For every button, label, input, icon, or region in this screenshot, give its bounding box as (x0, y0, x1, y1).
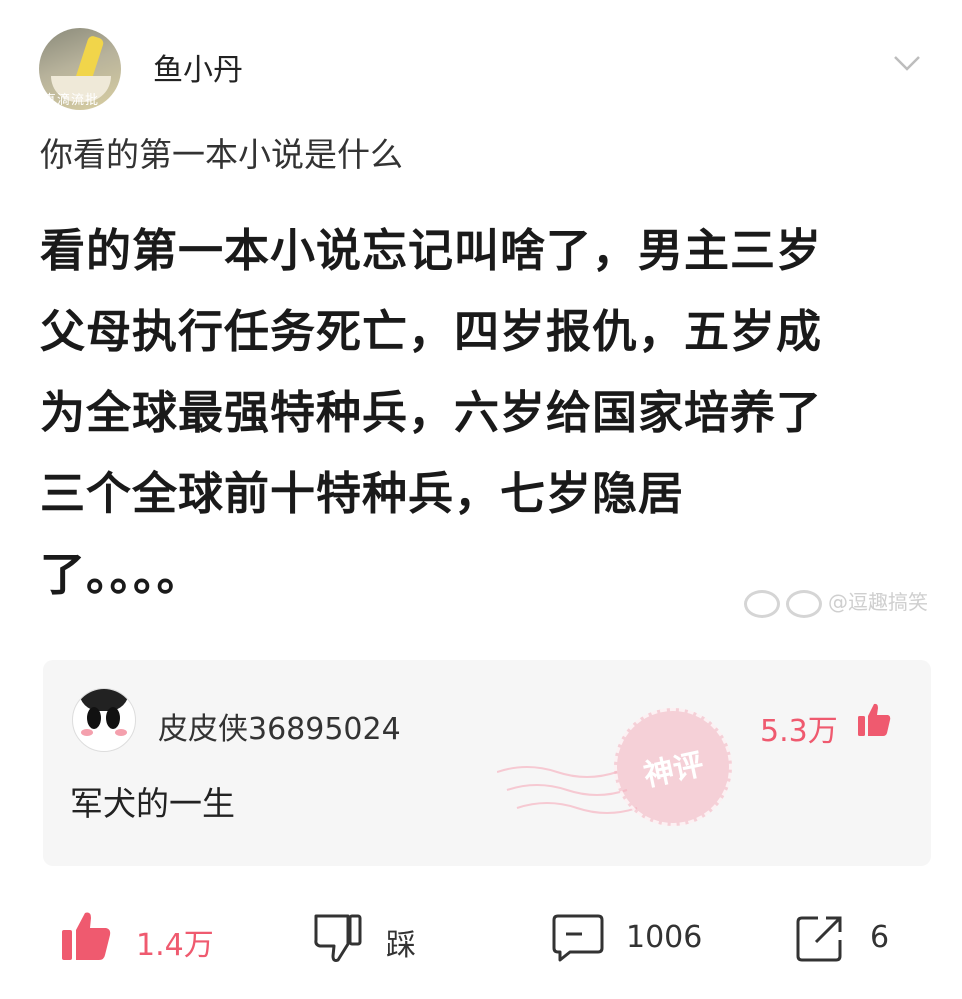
watermark-text: @逗趣搞笑 (828, 590, 928, 614)
commenter-avatar[interactable] (72, 688, 136, 752)
author-avatar[interactable]: 真滴流批 (39, 28, 121, 110)
weibo-watermark: @逗趣搞笑 (744, 586, 928, 618)
post-body-line: 父母执行任务死亡，四岁报仇，五岁成 (40, 305, 823, 358)
weibo-logo-icon (744, 589, 780, 618)
chevron-down-icon[interactable] (893, 54, 921, 72)
author-name[interactable]: 鱼小丹 (153, 45, 243, 89)
avatar-eye-graphic (87, 707, 101, 729)
comment-text: 军犬的一生 (70, 784, 235, 823)
avatar-watermark-text: 真滴流批 (43, 93, 100, 108)
post-question: 你看的第一本小说是什么 (40, 135, 403, 174)
dislike-label[interactable]: 踩 (386, 920, 416, 964)
weibo-logo-icon (786, 589, 822, 618)
comment-count[interactable]: 1006 (626, 920, 702, 955)
hot-comment-card[interactable] (43, 660, 931, 866)
avatar-blush-graphic (115, 729, 127, 736)
share-icon[interactable] (794, 912, 846, 964)
thumbs-up-icon[interactable] (60, 910, 112, 962)
avatar-hair-graphic (79, 689, 129, 711)
commenter-name[interactable]: 皮皮侠36895024 (158, 704, 401, 748)
post-body-line: 三个全球前十特种兵，七岁隐居 (40, 467, 685, 520)
share-count[interactable]: 6 (870, 920, 889, 955)
thumbs-up-icon[interactable] (856, 702, 892, 738)
comment-icon[interactable] (552, 912, 604, 964)
avatar-blush-graphic (81, 729, 93, 736)
comment-like-count: 5.3万 (760, 714, 838, 749)
post-body-line: 看的第一本小说忘记叫啥了，男主三岁 (40, 224, 823, 277)
avatar-eye-graphic (106, 707, 120, 729)
post-body: 看的第一本小说忘记叫啥了，男主三岁 父母执行任务死亡，四岁报仇，五岁成 为全球最… (40, 210, 920, 615)
post-like-count[interactable]: 1.4万 (136, 920, 214, 964)
post-body-line: 为全球最强特种兵，六岁给国家培养了 (40, 386, 823, 439)
thumbs-down-icon[interactable] (312, 912, 364, 964)
